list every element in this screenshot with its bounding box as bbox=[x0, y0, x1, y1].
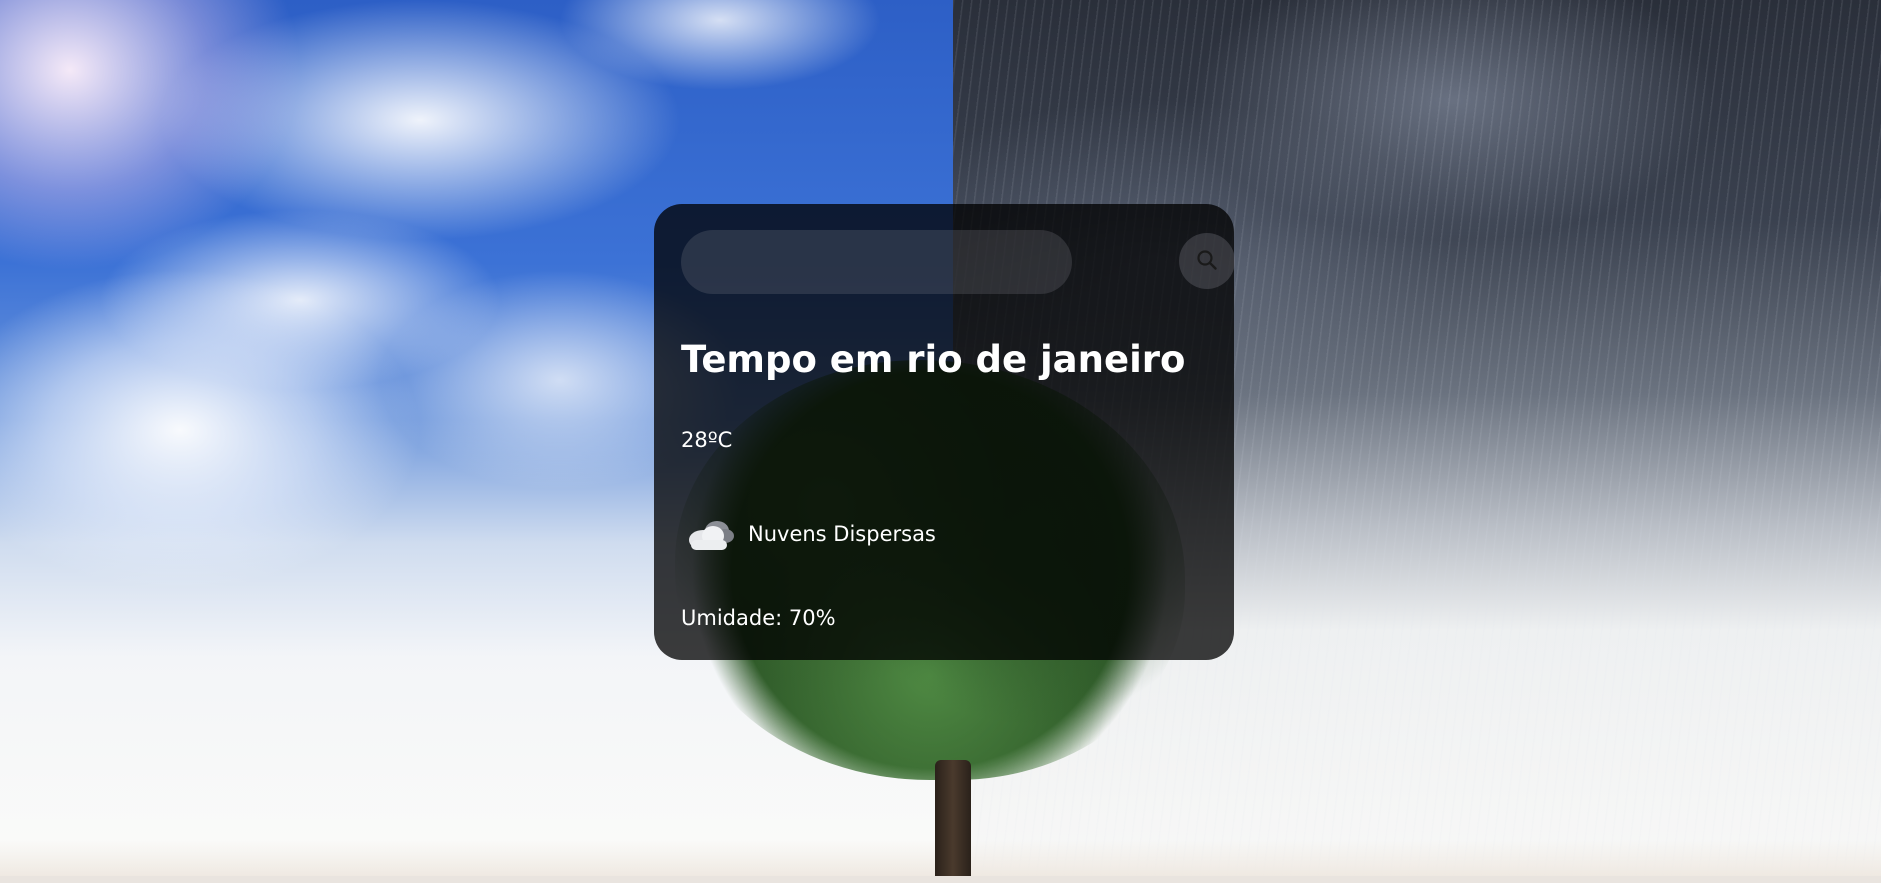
weather-card: Tempo em rio de janeiro 28ºC Nuvens Disp… bbox=[654, 204, 1235, 660]
search-bar bbox=[681, 230, 1235, 294]
search-button[interactable] bbox=[1179, 233, 1235, 289]
scattered-clouds-icon bbox=[681, 512, 739, 556]
search-icon bbox=[1196, 249, 1218, 274]
temperature: 28ºC bbox=[681, 428, 733, 452]
city-title: Tempo em rio de janeiro bbox=[681, 338, 1186, 381]
weather-condition: Nuvens Dispersas bbox=[681, 512, 936, 556]
tree-trunk bbox=[935, 760, 971, 876]
city-search-input[interactable] bbox=[681, 230, 1072, 294]
ground-line bbox=[0, 876, 1881, 883]
humidity: Umidade: 70% bbox=[681, 606, 836, 630]
weather-description: Nuvens Dispersas bbox=[748, 522, 936, 546]
